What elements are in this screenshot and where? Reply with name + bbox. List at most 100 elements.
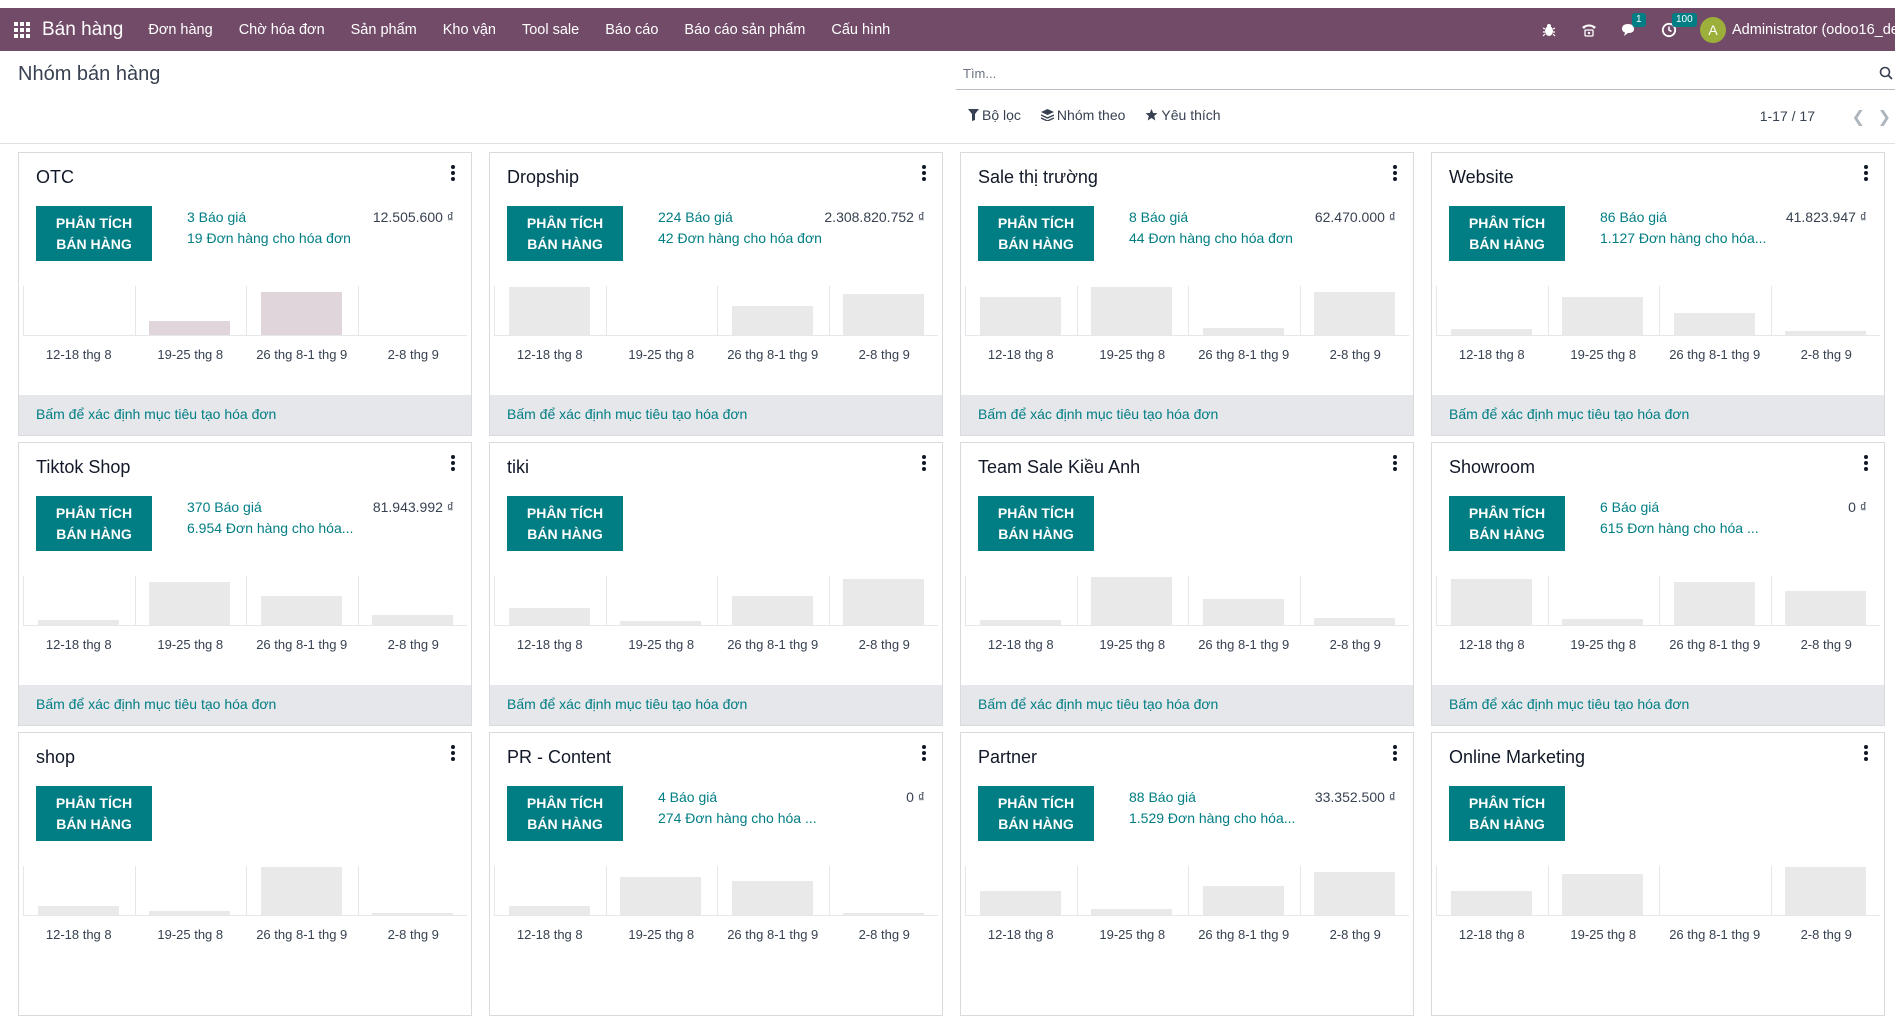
card-menu-icon[interactable] — [922, 455, 926, 471]
user-menu[interactable]: Administrator (odoo16_de — [1732, 22, 1895, 38]
card-menu-icon[interactable] — [451, 745, 455, 761]
chart-bar[interactable] — [979, 891, 1061, 915]
chart-bar[interactable] — [1562, 297, 1644, 335]
team-name[interactable]: Sale thị trường — [978, 167, 1098, 188]
chart-bar[interactable] — [508, 906, 590, 915]
menu-tool-sale[interactable]: Tool sale — [509, 22, 592, 38]
chart-bar[interactable] — [1450, 579, 1532, 625]
sales-analysis-button[interactable]: PHÂN TÍCH BÁN HÀNG — [36, 496, 152, 551]
search-icon[interactable] — [1879, 66, 1893, 83]
chart-bar[interactable] — [731, 881, 813, 915]
team-card[interactable]: Website PHÂN TÍCH BÁN HÀNG 86 Báo giá 41.82… — [1431, 152, 1885, 436]
pager-next-icon[interactable]: ❯ — [1878, 107, 1891, 127]
team-card[interactable]: Partner PHÂN TÍCH BÁN HÀNG 88 Báo giá 33.35… — [960, 732, 1414, 1016]
favorites-button[interactable]: Yêu thích — [1145, 107, 1221, 123]
sales-analysis-button[interactable]: PHÂN TÍCH BÁN HÀNG — [978, 206, 1094, 261]
quotations-link[interactable]: 88 Báo giá — [1129, 789, 1196, 810]
chart-bar[interactable] — [1785, 331, 1867, 335]
team-card[interactable]: shop PHÂN TÍCH BÁN HÀNG 12-18 thg 8 19-25 th… — [18, 732, 472, 1016]
quotations-link[interactable]: 370 Báo giá — [187, 499, 262, 520]
team-name[interactable]: Website — [1449, 167, 1514, 188]
invoice-target-link[interactable]: Bấm để xác định mục tiêu tạo hóa đơn — [961, 685, 1413, 725]
filter-button[interactable]: Bộ lọc — [968, 107, 1021, 123]
team-name[interactable]: tiki — [507, 457, 529, 478]
quotations-link[interactable]: 224 Báo giá — [658, 209, 733, 230]
chart-bar[interactable] — [843, 579, 925, 625]
chart-bar[interactable] — [260, 292, 342, 335]
chart-bar[interactable] — [620, 877, 702, 915]
orders-to-invoice-link[interactable]: 44 Đơn hàng cho hóa đơn — [1129, 230, 1293, 251]
sales-analysis-button[interactable]: PHÂN TÍCH BÁN HÀNG — [978, 496, 1094, 551]
sales-analysis-button[interactable]: PHÂN TÍCH BÁN HÀNG — [1449, 786, 1565, 841]
invoice-target-link[interactable]: Bấm để xác định mục tiêu tạo hóa đơn — [1432, 685, 1884, 725]
chart-bar[interactable] — [508, 608, 590, 625]
team-name[interactable]: shop — [36, 747, 75, 768]
team-name[interactable]: Team Sale Kiều Anh — [978, 457, 1140, 478]
chart-bar[interactable] — [1562, 874, 1644, 915]
chart-bar[interactable] — [1785, 867, 1867, 915]
team-name[interactable]: Partner — [978, 747, 1037, 768]
chart-bar[interactable] — [843, 913, 925, 915]
orders-to-invoice-link[interactable]: 19 Đơn hàng cho hóa đơn — [187, 230, 351, 251]
orders-to-invoice-link[interactable]: 1.127 Đơn hàng cho hóa... — [1600, 230, 1766, 251]
card-menu-icon[interactable] — [451, 455, 455, 471]
chart-bar[interactable] — [1314, 618, 1396, 625]
team-name[interactable]: Tiktok Shop — [36, 457, 130, 478]
chart-bar[interactable] — [1202, 328, 1284, 335]
chart-bar[interactable] — [1314, 872, 1396, 915]
sales-analysis-button[interactable]: PHÂN TÍCH BÁN HÀNG — [507, 496, 623, 551]
invoice-target-link[interactable]: Bấm để xác định mục tiêu tạo hóa đơn — [490, 685, 942, 725]
team-card[interactable]: tiki PHÂN TÍCH BÁN HÀNG 12-18 thg 8 19-25 th… — [489, 442, 943, 726]
chart-bar[interactable] — [1673, 582, 1755, 625]
pager-value[interactable]: 1-17 / 17 — [1760, 108, 1815, 124]
invoice-target-link[interactable]: Bấm để xác định mục tiêu tạo hóa đơn — [490, 395, 942, 435]
team-card[interactable]: Tiktok Shop PHÂN TÍCH BÁN HÀNG 370 Báo giá… — [18, 442, 472, 726]
orders-to-invoice-link[interactable]: 42 Đơn hàng cho hóa đơn — [658, 230, 822, 251]
chart-bar[interactable] — [508, 287, 590, 335]
group-by-button[interactable]: Nhóm theo — [1040, 107, 1125, 123]
menu-reporting[interactable]: Báo cáo — [592, 22, 671, 38]
card-menu-icon[interactable] — [1393, 165, 1397, 181]
team-card[interactable]: Team Sale Kiều Anh PHÂN TÍCH BÁN HÀNG 12-18… — [960, 442, 1414, 726]
chart-bar[interactable] — [1785, 591, 1867, 625]
invoice-target-link[interactable]: Bấm để xác định mục tiêu tạo hóa đơn — [19, 685, 471, 725]
app-name[interactable]: Bán hàng — [42, 19, 123, 41]
chart-bar[interactable] — [731, 306, 813, 335]
menu-products[interactable]: Sản phẩm — [338, 22, 430, 38]
pager-previous-icon[interactable]: ❮ — [1852, 107, 1865, 127]
quotations-link[interactable]: 86 Báo giá — [1600, 209, 1667, 230]
team-name[interactable]: Dropship — [507, 167, 579, 188]
chart-bar[interactable] — [372, 913, 454, 915]
sales-analysis-button[interactable]: PHÂN TÍCH BÁN HÀNG — [1449, 206, 1565, 261]
card-menu-icon[interactable] — [922, 165, 926, 181]
user-avatar[interactable]: A — [1700, 16, 1726, 43]
chart-bar[interactable] — [1450, 329, 1532, 335]
chart-bar[interactable] — [372, 615, 454, 625]
chart-bar[interactable] — [1202, 886, 1284, 915]
team-card[interactable]: Dropship PHÂN TÍCH BÁN HÀNG 224 Báo giá 2.3… — [489, 152, 943, 436]
chart-bar[interactable] — [260, 596, 342, 625]
chart-bar[interactable] — [1450, 891, 1532, 915]
orders-to-invoice-link[interactable]: 615 Đơn hàng cho hóa ... — [1600, 520, 1759, 541]
invoice-target-link[interactable]: Bấm để xác định mục tiêu tạo hóa đơn — [961, 395, 1413, 435]
invoice-target-link[interactable]: Bấm để xác định mục tiêu tạo hóa đơn — [19, 395, 471, 435]
chart-bar[interactable] — [260, 867, 342, 915]
chart-bar[interactable] — [37, 906, 119, 915]
chart-bar[interactable] — [1673, 313, 1755, 335]
card-menu-icon[interactable] — [1393, 455, 1397, 471]
orders-to-invoice-link[interactable]: 274 Đơn hàng cho hóa ... — [658, 810, 817, 831]
team-card[interactable]: Showroom PHÂN TÍCH BÁN HÀNG 6 Báo giá 0 ₫ 6… — [1431, 442, 1885, 726]
chart-bar[interactable] — [979, 620, 1061, 625]
team-name[interactable]: Online Marketing — [1449, 747, 1585, 768]
chart-bar[interactable] — [149, 321, 231, 335]
messages-icon[interactable]: 1 — [1620, 12, 1646, 39]
chart-bar[interactable] — [1091, 287, 1173, 335]
invoice-target-link[interactable]: Bấm để xác định mục tiêu tạo hóa đơn — [1432, 395, 1884, 435]
chart-bar[interactable] — [1091, 909, 1173, 915]
team-name[interactable]: Showroom — [1449, 457, 1535, 478]
menu-to-invoice[interactable]: Chờ hóa đơn — [226, 22, 338, 38]
sales-analysis-button[interactable]: PHÂN TÍCH BÁN HÀNG — [978, 786, 1094, 841]
orders-to-invoice-link[interactable]: 1.529 Đơn hàng cho hóa... — [1129, 810, 1295, 831]
activities-icon[interactable]: 100 — [1660, 12, 1697, 39]
card-menu-icon[interactable] — [1864, 165, 1868, 181]
